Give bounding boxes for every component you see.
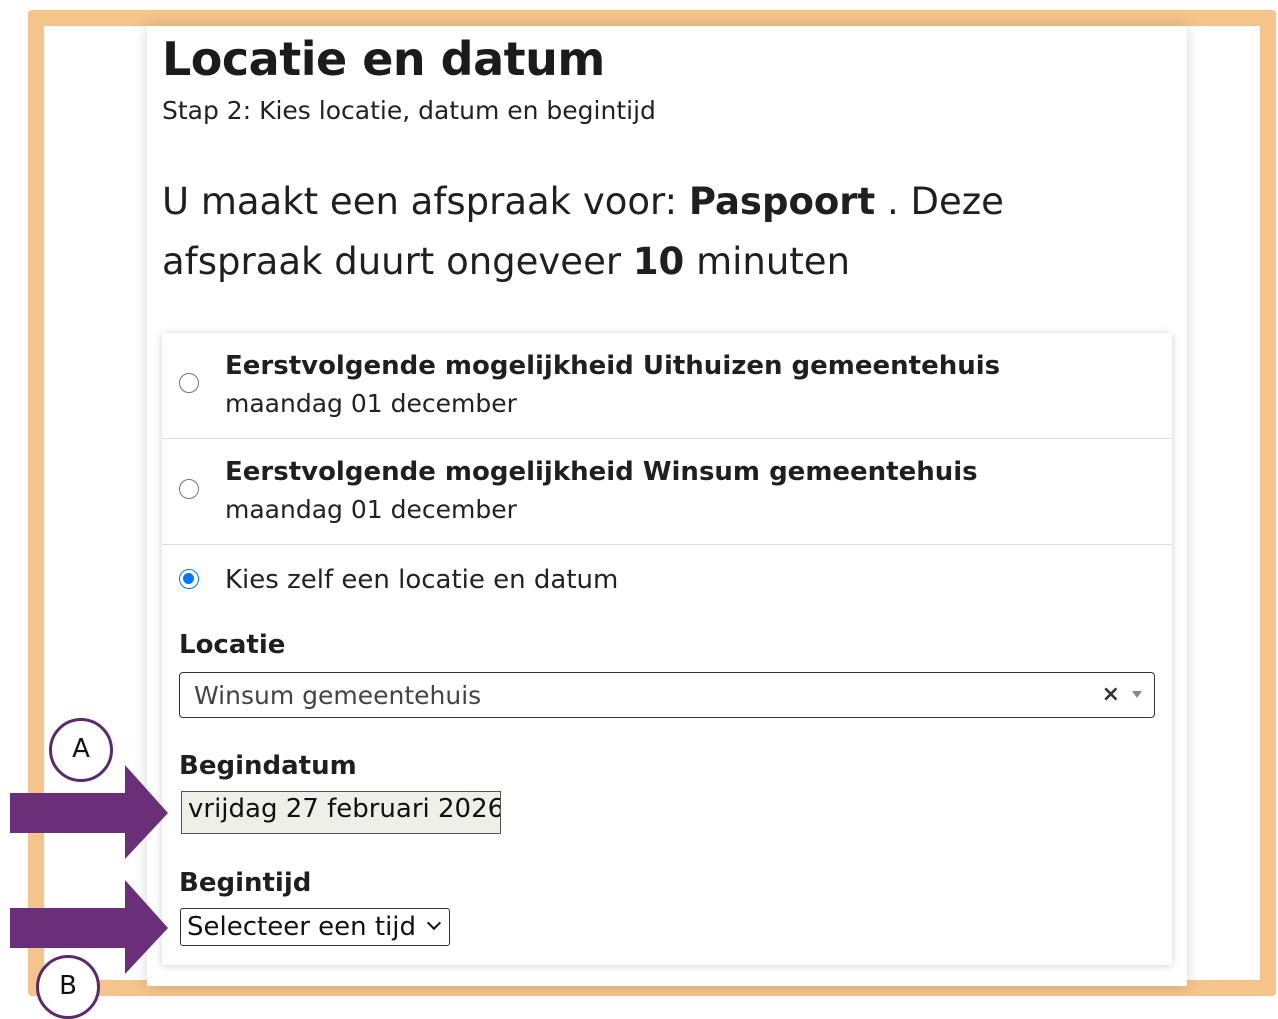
- location-options-card: Eerstvolgende mogelijkheid Uithuizen gem…: [162, 333, 1172, 965]
- radio-button-checked[interactable]: [179, 569, 199, 589]
- location-value: Winsum gemeentehuis: [194, 681, 482, 710]
- option-title: Eerstvolgende mogelijkheid Uithuizen gem…: [225, 351, 1001, 381]
- start-date-label: Begindatum: [179, 751, 357, 781]
- start-time-select[interactable]: Selecteer een tijd: [180, 908, 450, 946]
- option-title: Eerstvolgende mogelijkheid Winsum gemeen…: [225, 457, 978, 487]
- option-first-winsum[interactable]: Eerstvolgende mogelijkheid Winsum gemeen…: [162, 439, 1172, 545]
- option-label: Kies zelf een locatie en datum: [225, 565, 619, 595]
- service-name: Paspoort: [688, 180, 876, 223]
- radio-button[interactable]: [179, 479, 199, 499]
- appointment-intro: U maakt een afspraak voor: Paspoort . De…: [162, 172, 1172, 292]
- start-time-value: Selecteer een tijd: [187, 912, 417, 942]
- annotation-marker-b: B: [36, 955, 100, 1019]
- option-date: maandag 01 december: [225, 389, 517, 418]
- option-choose-own[interactable]: Kies zelf een locatie en datum Locatie W…: [162, 545, 1172, 965]
- duration-value: 10: [632, 240, 685, 283]
- arrow-right-icon: [10, 880, 168, 974]
- radio-button[interactable]: [179, 373, 199, 393]
- annotation-marker-a: A: [49, 718, 113, 782]
- start-date-input[interactable]: vrijdag 27 februari 2026: [181, 791, 501, 834]
- start-time-label: Begintijd: [179, 868, 312, 898]
- location-select[interactable]: Winsum gemeentehuis ×: [179, 672, 1155, 718]
- page-title: Locatie en datum: [162, 32, 605, 86]
- caret-down-icon[interactable]: [1132, 691, 1142, 698]
- option-first-uithuizen[interactable]: Eerstvolgende mogelijkheid Uithuizen gem…: [162, 333, 1172, 439]
- option-date: maandag 01 december: [225, 495, 517, 524]
- location-label: Locatie: [179, 630, 286, 660]
- step-subtitle: Stap 2: Kies locatie, datum en begintijd: [162, 96, 656, 125]
- intro-prefix: U maakt een afspraak voor:: [162, 180, 689, 223]
- intro-suffix: minuten: [684, 240, 851, 283]
- clear-icon[interactable]: ×: [1102, 682, 1120, 707]
- chevron-down-icon[interactable]: [426, 915, 442, 931]
